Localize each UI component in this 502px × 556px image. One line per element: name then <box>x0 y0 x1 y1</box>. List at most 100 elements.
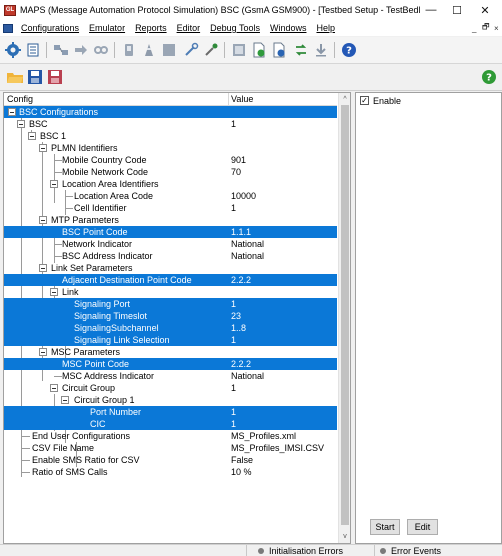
menu-windows[interactable]: Windows <box>265 23 312 33</box>
gear-settings-icon[interactable] <box>4 41 22 59</box>
tree-row-value: 23 <box>231 311 242 321</box>
error-events-indicator[interactable]: Error Events <box>380 546 441 556</box>
collapse-icon[interactable] <box>8 108 16 116</box>
save-as-icon[interactable] <box>46 68 64 86</box>
tree-row-bsc-address-indicator[interactable]: BSC Address Indicator National <box>4 250 337 262</box>
wizard-icon[interactable] <box>202 41 220 59</box>
save-icon[interactable] <box>26 68 44 86</box>
menu-help[interactable]: Help <box>311 23 340 33</box>
tree-row-mtp-parameters[interactable]: MTP Parameters <box>4 214 337 226</box>
tree-row-plmn-identifiers[interactable]: PLMN Identifiers <box>4 142 337 154</box>
open-folder-icon[interactable] <box>6 68 24 86</box>
tree-row-network-indicator[interactable]: Network Indicator National <box>4 238 337 250</box>
stop-icon[interactable] <box>160 41 178 59</box>
tree-row-value: National <box>231 371 265 381</box>
collapse-icon[interactable] <box>61 396 69 404</box>
tree-row-link[interactable]: Link <box>4 286 337 298</box>
minimize-button[interactable]: — <box>418 0 444 20</box>
tree-row-mobile-network-code[interactable]: Mobile Network Code 70 <box>4 166 337 178</box>
maximize-button[interactable]: ☐ <box>444 0 470 20</box>
tree-row-bsc[interactable]: BSC 1 <box>4 118 337 130</box>
link-icon[interactable] <box>92 41 110 59</box>
enable-checkbox[interactable]: ✓ <box>360 96 369 105</box>
menu-emulator[interactable]: Emulator <box>84 23 130 33</box>
tree-scrollbar[interactable]: ^ v <box>338 93 350 543</box>
tree-row-signaling-subchannel[interactable]: SignalingSubchannel 1..8 <box>4 322 337 334</box>
script-load-icon[interactable] <box>270 41 288 59</box>
collapse-icon[interactable] <box>39 264 47 272</box>
tree-row-circuit-group-1[interactable]: Circuit Group 1 <box>4 394 337 406</box>
download-icon[interactable] <box>312 41 330 59</box>
edit-button[interactable]: Edit <box>407 519 438 535</box>
tree-row-label: MSC Parameters <box>51 347 121 357</box>
tree-row-bsc-configurations[interactable]: BSC Configurations <box>4 106 337 118</box>
toolbar-separator <box>334 42 335 58</box>
tree-row-label: Circuit Group <box>62 383 116 393</box>
collapse-icon[interactable] <box>50 288 58 296</box>
tree-row-msc-parameters[interactable]: MSC Parameters <box>4 346 337 358</box>
collapse-icon[interactable] <box>28 132 36 140</box>
config-tree-panel[interactable]: Config Value BSC Configurations BSC 1 BS… <box>3 92 351 544</box>
scroll-down-icon[interactable]: v <box>340 531 350 541</box>
tree-row-cic[interactable]: CIC 1 <box>4 418 337 430</box>
menu-editor[interactable]: Editor <box>172 23 206 33</box>
green-help-icon[interactable]: ? <box>480 68 498 86</box>
tree-row-location-area-identifiers[interactable]: Location Area Identifiers <box>4 178 337 190</box>
tower-icon[interactable] <box>140 41 158 59</box>
help-icon[interactable]: ? <box>340 41 358 59</box>
tree-row-csv-file-name[interactable]: CSV File Name MS_Profiles_IMSI.CSV <box>4 442 337 454</box>
collapse-icon[interactable] <box>50 180 58 188</box>
script-run-icon[interactable] <box>250 41 268 59</box>
tree-row-link-set-parameters[interactable]: Link Set Parameters <box>4 262 337 274</box>
child-close-button[interactable]: × <box>494 20 499 36</box>
tree-row-enable-sms-ratio[interactable]: Enable SMS Ratio for CSV False <box>4 454 337 466</box>
green-help-icon-glyph: ? <box>486 73 492 84</box>
child-restore-button[interactable]: 🗗 <box>482 20 490 36</box>
scroll-up-icon[interactable]: ^ <box>340 94 350 104</box>
initialisation-errors-indicator[interactable]: Initialisation Errors <box>258 546 343 556</box>
device-icon[interactable] <box>120 41 138 59</box>
tree-row-msc-address-indicator[interactable]: MSC Address Indicator National <box>4 370 337 382</box>
tree-row-signaling-timeslot[interactable]: Signaling Timeslot 23 <box>4 310 337 322</box>
tree-row-adjacent-destination-point-code[interactable]: Adjacent Destination Point Code 2.2.2 <box>4 274 337 286</box>
system-menu-icon[interactable] <box>3 23 13 33</box>
collapse-icon[interactable] <box>39 144 47 152</box>
tree-row-end-user-configurations[interactable]: End User Configurations MS_Profiles.xml <box>4 430 337 442</box>
menu-debug-tools[interactable]: Debug Tools <box>205 23 265 33</box>
tree-row-msc-point-code[interactable]: MSC Point Code 2.2.2 <box>4 358 337 370</box>
tree-row-label: Link Set Parameters <box>51 263 133 273</box>
collapse-icon[interactable] <box>17 120 25 128</box>
collapse-icon[interactable] <box>39 348 47 356</box>
tree-row-cell-identifier[interactable]: Cell Identifier 1 <box>4 202 337 214</box>
collapse-icon[interactable] <box>39 216 47 224</box>
tree-row-bsc-point-code[interactable]: BSC Point Code 1.1.1 <box>4 226 337 238</box>
column-header-value[interactable]: Value <box>231 94 253 104</box>
close-button[interactable]: ✕ <box>472 0 498 20</box>
tree-row-label: BSC <box>29 119 48 129</box>
forward-arrow-icon[interactable] <box>72 41 90 59</box>
transfer-icon[interactable] <box>292 41 310 59</box>
tree-row-label: Signaling Link Selection <box>74 335 170 345</box>
column-divider[interactable] <box>228 93 229 106</box>
panel-icon[interactable] <box>230 41 248 59</box>
tree-row-mobile-country-code[interactable]: Mobile Country Code 901 <box>4 154 337 166</box>
tools-icon[interactable] <box>182 41 200 59</box>
menu-configurations[interactable]: Configurations <box>16 23 84 33</box>
scrollbar-thumb[interactable] <box>341 105 349 525</box>
tree-row-ratio-of-sms-calls[interactable]: Ratio of SMS Calls 10 % <box>4 466 337 478</box>
tree-branch <box>54 172 62 173</box>
tree-branch <box>21 460 30 461</box>
start-button[interactable]: Start <box>370 519 400 535</box>
tree-row-signaling-link-selection[interactable]: Signaling Link Selection 1 <box>4 334 337 346</box>
network-icon[interactable] <box>52 41 70 59</box>
child-minimize-button[interactable]: _ <box>472 20 476 36</box>
tree-row-location-area-code[interactable]: Location Area Code 10000 <box>4 190 337 202</box>
notepad-icon[interactable] <box>24 41 42 59</box>
tree-row-port-number[interactable]: Port Number 1 <box>4 406 337 418</box>
tree-row-circuit-group[interactable]: Circuit Group 1 <box>4 382 337 394</box>
tree-row-signaling-port[interactable]: Signaling Port 1 <box>4 298 337 310</box>
collapse-icon[interactable] <box>50 384 58 392</box>
column-header-config[interactable]: Config <box>7 94 33 104</box>
tree-row-bsc-1[interactable]: BSC 1 <box>4 130 337 142</box>
menu-reports[interactable]: Reports <box>130 23 172 33</box>
